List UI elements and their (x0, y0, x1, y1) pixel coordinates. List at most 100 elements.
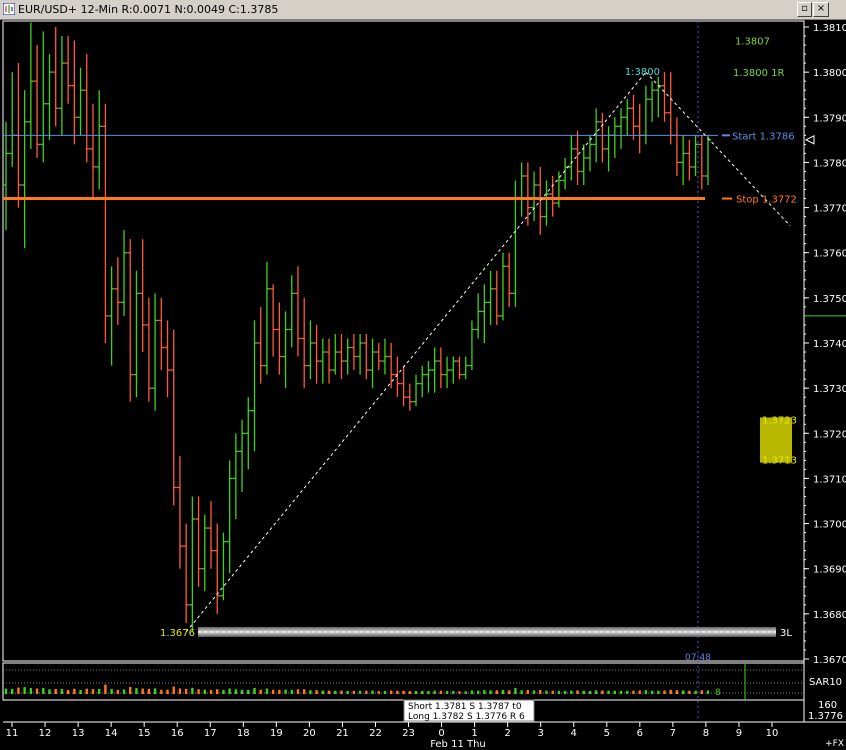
price-bar (350, 333, 357, 371)
price-bar (127, 239, 134, 402)
y-tick-label: 1.3730 (813, 384, 846, 395)
x-tick-label: 18 (237, 728, 250, 739)
price-bar (270, 284, 277, 357)
price-bar (531, 171, 538, 222)
low-label: 1.3676 (160, 628, 195, 639)
target-1: 1.3807 (735, 37, 770, 48)
x-tick-label: 23 (402, 728, 415, 739)
price-bar (27, 22, 34, 149)
y-tick-label: 1.3670 (813, 655, 846, 666)
cursor-time: 07:48 (685, 653, 711, 663)
price-bar (487, 270, 494, 325)
price-chart[interactable]: Start 1.3786 Stop 1.3772 1:3800 1.3676 1.380… (0, 0, 846, 750)
price-bar (388, 343, 395, 389)
low-bar-label: 3L (780, 628, 792, 639)
price-bar (344, 338, 351, 375)
x-tick-label: 2 (504, 728, 510, 739)
price-bar (52, 27, 59, 127)
price-bar (102, 103, 109, 343)
price-bar (9, 72, 16, 167)
price-bar (450, 356, 457, 384)
price-bar (580, 144, 587, 185)
price-bar (394, 356, 401, 398)
price-bar (40, 31, 47, 163)
y-tick-label: 1.3760 (813, 249, 846, 260)
stop-label: Stop 1.3772 (736, 195, 797, 206)
x-tick-label: 8 (703, 728, 709, 739)
x-tick-label: 14 (105, 728, 118, 739)
price-bar (568, 135, 575, 181)
x-tick-label: 0 (438, 728, 444, 739)
y-tick-label: 1.3790 (813, 113, 846, 124)
price-bar (176, 455, 183, 569)
x-tick-label: 20 (303, 728, 316, 739)
price-axis: 1.3810 1.3800 1.3790 1.3780 1.3770 1.3760 1.37… (804, 23, 846, 666)
info-line-2: Long 1.3782 S 1.3776 R 6 (408, 712, 525, 722)
price-bar (400, 365, 407, 407)
high-label: 1:3800 (625, 67, 660, 78)
price-bar (431, 347, 438, 393)
price-bar (257, 306, 264, 384)
price-bar (170, 329, 177, 506)
price-bar (611, 117, 618, 158)
price-bar (332, 333, 339, 375)
price-bar (363, 333, 370, 380)
price-bar (419, 365, 426, 398)
price-bar (667, 72, 674, 145)
x-tick-label: 15 (138, 728, 151, 739)
price-bar (58, 36, 65, 136)
price-bar (46, 54, 53, 140)
price-bar (686, 139, 693, 181)
y-tick-label: 1.3680 (813, 610, 846, 621)
price-bar (145, 297, 152, 402)
price-bar (251, 320, 258, 452)
price-bar (462, 356, 469, 380)
price-bar (506, 252, 513, 307)
chart-window: EUR/USD+ 12-Min R:0.0071 N:0.0049 C:1.37… (0, 0, 846, 750)
x-tick-label: 4 (571, 728, 577, 739)
x-tick-label: 11 (6, 728, 19, 739)
x-tick-label: 21 (336, 728, 349, 739)
price-bar (3, 121, 9, 231)
price-bar (77, 67, 84, 136)
price-bar (195, 496, 202, 587)
ind-value-label: 160 (818, 700, 837, 711)
price-bar (158, 297, 165, 371)
price-bar (357, 333, 364, 375)
y-tick-label: 1.3810 (813, 23, 846, 34)
y-tick-label: 1.3740 (813, 339, 846, 350)
price-bar (214, 523, 221, 614)
x-tick-label: 13 (72, 728, 85, 739)
y-tick-label: 1.3720 (813, 429, 846, 440)
price-bar (524, 162, 531, 226)
price-bar (493, 270, 500, 325)
current-price-marker (804, 135, 815, 145)
price-bar (133, 270, 140, 398)
price-bar (152, 293, 159, 411)
price-bar (96, 90, 103, 190)
price-bar (326, 338, 333, 384)
price-bars (3, 22, 711, 632)
x-tick-label: 5 (604, 728, 610, 739)
price-bar (114, 257, 121, 325)
box-bottom: 1.3713 (762, 456, 797, 467)
price-bar (282, 311, 289, 389)
price-bar (239, 419, 246, 492)
y-tick-label: 1.3780 (813, 158, 846, 169)
price-bar (245, 397, 252, 470)
price-bar (599, 112, 606, 163)
price-bar (549, 175, 556, 217)
price-bar (220, 532, 227, 601)
x-tick-label: 7 (670, 728, 676, 739)
price-bar (319, 338, 326, 384)
y-tick-label: 1.3770 (813, 204, 846, 215)
price-bar (630, 94, 637, 140)
price-bar (475, 293, 482, 339)
y-tick-label: 1.3750 (813, 294, 846, 305)
price-bar (661, 72, 668, 122)
price-bar (537, 166, 544, 235)
price-bar (444, 356, 451, 389)
sar-marker: 8 (715, 688, 721, 698)
plot-frame (2, 20, 805, 662)
price-bar (562, 157, 569, 190)
